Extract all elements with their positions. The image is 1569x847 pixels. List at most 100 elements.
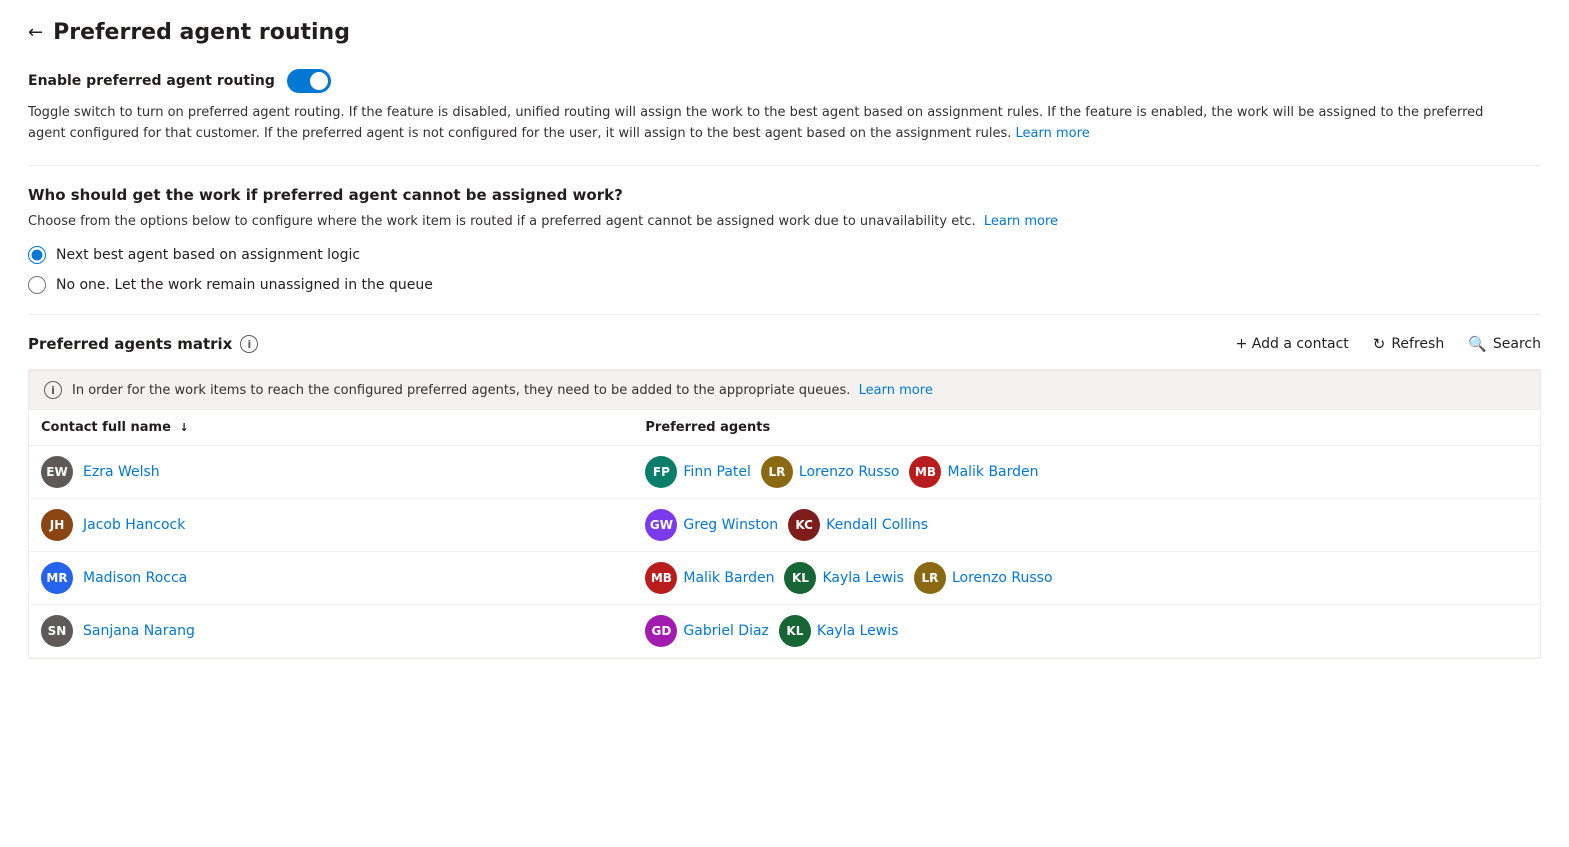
radio-option-2: No one. Let the work remain unassigned i… xyxy=(28,276,1541,294)
table-row: SN Sanjana Narang GDGabriel Diaz KL Kayla Le… xyxy=(29,605,1540,658)
agent-chip: KL Kayla Lewis xyxy=(784,562,904,594)
agent-avatar: LR xyxy=(761,456,793,488)
contact-chip: MR Madison Rocca xyxy=(41,562,621,594)
matrix-header: Preferred agents matrix i + Add a contac… xyxy=(28,335,1541,353)
agent-chip: LR Lorenzo Russo xyxy=(914,562,1053,594)
radio-group: Next best agent based on assignment logi… xyxy=(28,246,1541,294)
agents-cell-1: GW Greg Winston KC Kendall Collins xyxy=(633,499,1540,552)
contact-name[interactable]: Jacob Hancock xyxy=(83,517,185,533)
contact-name[interactable]: Madison Rocca xyxy=(83,570,187,586)
matrix-title: Preferred agents matrix xyxy=(28,335,232,353)
contact-name[interactable]: Sanjana Narang xyxy=(83,623,195,639)
contact-cell-1: JH Jacob Hancock xyxy=(29,499,633,552)
refresh-icon: ↻ xyxy=(1373,335,1386,353)
agents-cell-0: FPFinn Patel LR Lorenzo Russo MB Malik Barde… xyxy=(633,446,1540,499)
info-banner: i In order for the work items to reach t… xyxy=(29,370,1540,410)
agent-name[interactable]: Lorenzo Russo xyxy=(952,570,1053,586)
add-contact-button[interactable]: + Add a contact xyxy=(1236,336,1349,352)
contact-chip: SN Sanjana Narang xyxy=(41,615,621,647)
sort-arrow: ↓ xyxy=(179,421,188,434)
info-banner-learn-more-link[interactable]: Learn more xyxy=(859,383,933,398)
toggle-slider[interactable] xyxy=(287,69,331,93)
toggle-section: Enable preferred agent routing Toggle sw… xyxy=(28,69,1541,166)
contact-chip: JH Jacob Hancock xyxy=(41,509,621,541)
radio-input-1[interactable] xyxy=(28,246,46,264)
toggle-switch[interactable] xyxy=(287,69,331,93)
contacts-table: Contact full name ↓ Preferred agents EWE… xyxy=(29,410,1540,658)
search-button[interactable]: 🔍 Search xyxy=(1468,335,1541,353)
agent-chip: MB Malik Barden xyxy=(909,456,1038,488)
contact-cell-3: SN Sanjana Narang xyxy=(29,605,633,658)
contact-avatar: EW xyxy=(41,456,73,488)
agent-chip: FPFinn Patel xyxy=(645,456,751,488)
toggle-label: Enable preferred agent routing xyxy=(28,73,275,89)
info-banner-text: In order for the work items to reach the… xyxy=(72,383,933,398)
radio-label-2[interactable]: No one. Let the work remain unassigned i… xyxy=(56,277,433,293)
agent-avatar: KL xyxy=(784,562,816,594)
page-title: Preferred agent routing xyxy=(53,20,350,45)
agent-chip: LR Lorenzo Russo xyxy=(761,456,900,488)
col-contact-name: Contact full name ↓ xyxy=(29,410,633,446)
agent-name[interactable]: Finn Patel xyxy=(683,464,751,480)
page-container: ← Preferred agent routing Enable preferr… xyxy=(0,0,1569,847)
matrix-section: Preferred agents matrix i + Add a contac… xyxy=(28,335,1541,659)
fallback-section: Who should get the work if preferred age… xyxy=(28,186,1541,316)
col-preferred-agents: Preferred agents xyxy=(633,410,1540,446)
toggle-learn-more-link[interactable]: Learn more xyxy=(1016,126,1090,141)
agents-list: GDGabriel Diaz KL Kayla Lewis xyxy=(645,615,1528,647)
table-row: EW Ezra Welsh FPFinn Patel LR Lorenzo Russo M… xyxy=(29,446,1540,499)
agents-list: GW Greg Winston KC Kendall Collins xyxy=(645,509,1528,541)
fallback-description: Choose from the options below to configu… xyxy=(28,212,1508,233)
agent-chip: GDGabriel Diaz xyxy=(645,615,769,647)
refresh-label: Refresh xyxy=(1391,336,1444,352)
matrix-actions: + Add a contact ↻ Refresh 🔍 Search xyxy=(1236,335,1541,353)
agent-name[interactable]: Gabriel Diaz xyxy=(683,623,769,639)
matrix-title-row: Preferred agents matrix i xyxy=(28,335,258,353)
agent-chip: GW Greg Winston xyxy=(645,509,778,541)
back-button[interactable]: ← xyxy=(28,22,43,43)
contact-cell-2: MR Madison Rocca xyxy=(29,552,633,605)
agents-cell-3: GDGabriel Diaz KL Kayla Lewis xyxy=(633,605,1540,658)
matrix-table-wrapper: i In order for the work items to reach t… xyxy=(28,369,1541,659)
fallback-title: Who should get the work if preferred age… xyxy=(28,186,1541,204)
agent-name[interactable]: Kendall Collins xyxy=(826,517,928,533)
agent-avatar: KC xyxy=(788,509,820,541)
contact-name[interactable]: Ezra Welsh xyxy=(83,464,160,480)
table-row: MR Madison Rocca MBMalik Barden KL Kayla Lew… xyxy=(29,552,1540,605)
search-label: Search xyxy=(1493,336,1541,352)
agent-avatar: MB xyxy=(909,456,941,488)
contact-avatar: JH xyxy=(41,509,73,541)
add-contact-label: + Add a contact xyxy=(1236,336,1349,352)
agent-name[interactable]: Kayla Lewis xyxy=(822,570,904,586)
agent-name[interactable]: Lorenzo Russo xyxy=(799,464,900,480)
agent-name[interactable]: Kayla Lewis xyxy=(817,623,899,639)
contact-avatar: SN xyxy=(41,615,73,647)
contact-cell-0: EW Ezra Welsh xyxy=(29,446,633,499)
agent-chip: MBMalik Barden xyxy=(645,562,774,594)
agent-name[interactable]: Malik Barden xyxy=(947,464,1038,480)
info-banner-icon: i xyxy=(44,381,62,399)
search-icon: 🔍 xyxy=(1468,335,1487,353)
radio-label-1[interactable]: Next best agent based on assignment logi… xyxy=(56,247,360,263)
radio-input-2[interactable] xyxy=(28,276,46,294)
agent-chip: KL Kayla Lewis xyxy=(779,615,899,647)
matrix-info-icon[interactable]: i xyxy=(240,335,258,353)
fallback-learn-more-link[interactable]: Learn more xyxy=(984,214,1058,229)
table-header-row: Contact full name ↓ Preferred agents xyxy=(29,410,1540,446)
radio-option-1: Next best agent based on assignment logi… xyxy=(28,246,1541,264)
contact-avatar: MR xyxy=(41,562,73,594)
agent-name[interactable]: Greg Winston xyxy=(683,517,778,533)
agent-chip: KC Kendall Collins xyxy=(788,509,928,541)
agent-name[interactable]: Malik Barden xyxy=(683,570,774,586)
agents-list: FPFinn Patel LR Lorenzo Russo MB Malik Barde… xyxy=(645,456,1528,488)
agents-cell-2: MBMalik Barden KL Kayla Lewis LR Lorenzo Rus… xyxy=(633,552,1540,605)
toggle-description: Toggle switch to turn on preferred agent… xyxy=(28,103,1508,145)
page-header: ← Preferred agent routing xyxy=(28,20,1541,45)
agent-avatar: LR xyxy=(914,562,946,594)
agent-avatar: GW xyxy=(645,509,677,541)
agent-avatar: KL xyxy=(779,615,811,647)
contact-chip: EW Ezra Welsh xyxy=(41,456,621,488)
agents-list: MBMalik Barden KL Kayla Lewis LR Lorenzo Rus… xyxy=(645,562,1528,594)
table-row: JH Jacob Hancock GW Greg Winston KC Kendall C… xyxy=(29,499,1540,552)
refresh-button[interactable]: ↻ Refresh xyxy=(1373,335,1444,353)
